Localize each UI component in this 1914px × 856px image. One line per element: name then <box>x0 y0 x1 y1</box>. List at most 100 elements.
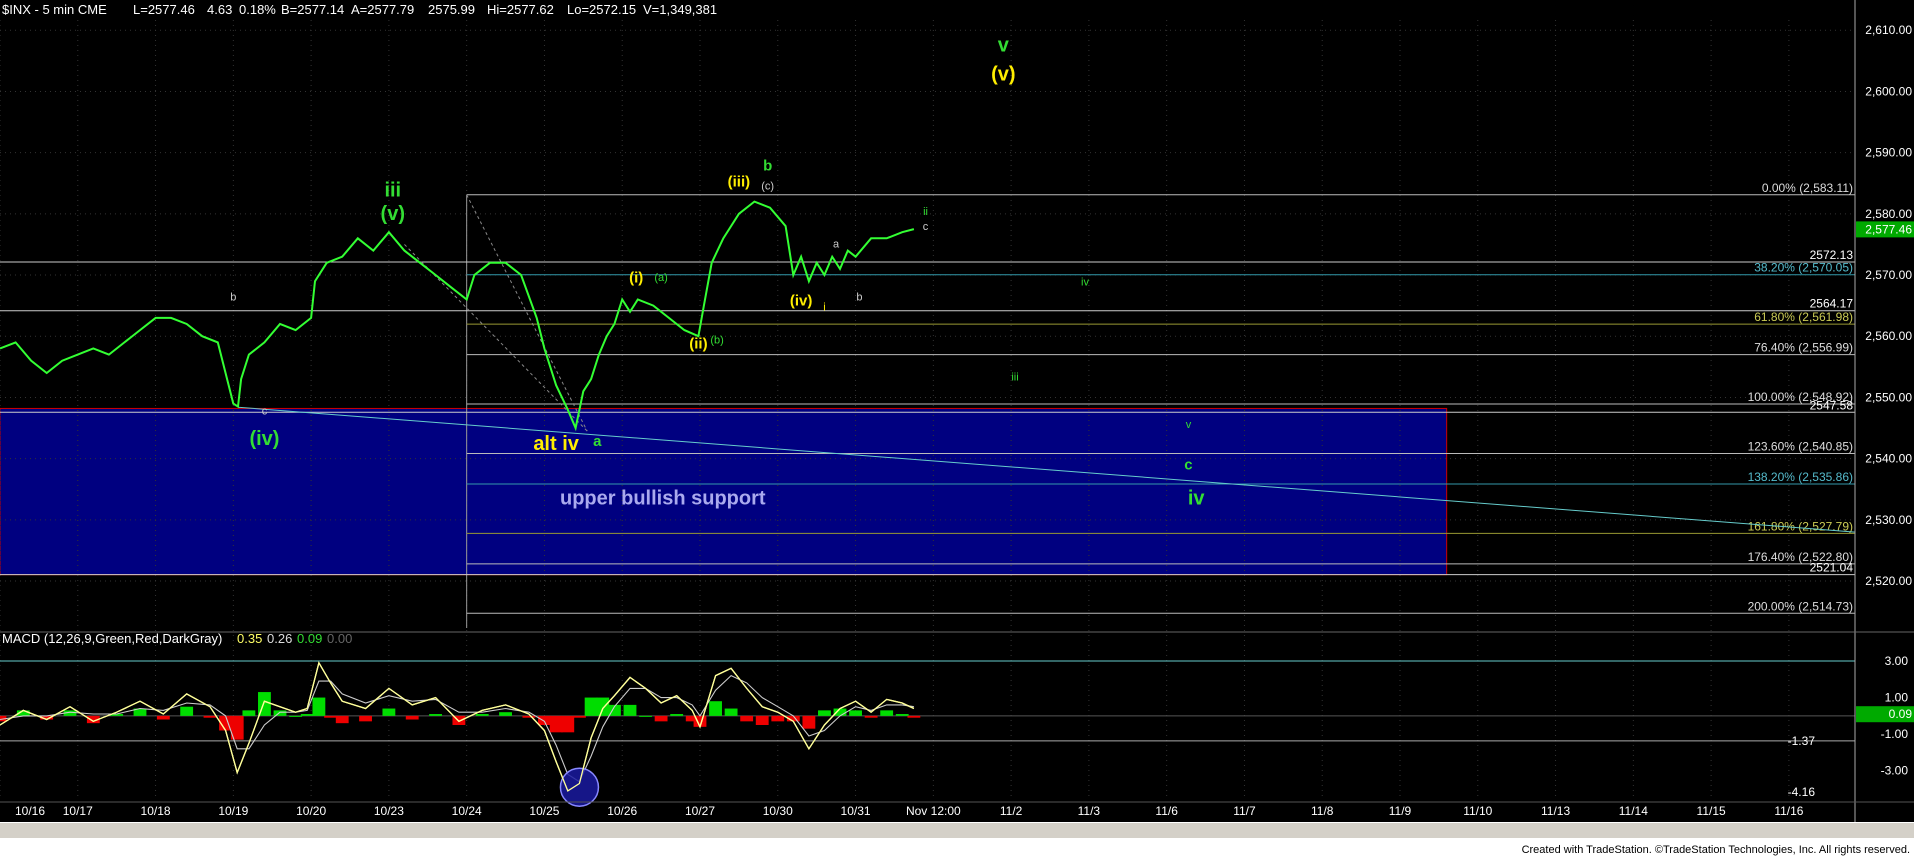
macd-histogram-bar <box>335 715 349 724</box>
time-axis-label: 11/10 <box>1463 804 1492 818</box>
horizontal-scrollbar[interactable] <box>0 823 1914 838</box>
time-axis-label: 11/13 <box>1541 804 1570 818</box>
time-axis-label: Nov 12:00 <box>906 804 961 818</box>
macd-histogram-bar <box>818 710 831 716</box>
price-axis-tick: 2,560.00 <box>1865 329 1912 343</box>
time-axis-label: 11/16 <box>1774 804 1803 818</box>
wave-label: iii <box>384 180 401 202</box>
fib-level-label: 76.40% (2,556.99) <box>1754 341 1853 355</box>
reference-line-label: 2572.13 <box>1810 248 1854 262</box>
wave-label: (v) <box>381 203 405 225</box>
macd-histogram-bar <box>849 710 862 716</box>
macd-histogram-bar <box>405 715 419 720</box>
wave-label: v <box>998 35 1010 57</box>
time-axis-label: 11/3 <box>1078 804 1101 818</box>
macd-histogram-bar <box>724 708 738 716</box>
time-axis-label: 10/25 <box>529 804 559 818</box>
macd-histogram-bar <box>324 715 337 718</box>
time-axis-label: 10/26 <box>607 804 637 818</box>
header-open: 2575.99 <box>428 2 475 17</box>
wave-label: b <box>230 292 236 304</box>
price-axis-tick: 2,590.00 <box>1865 146 1912 160</box>
macd-histogram-bar <box>522 715 536 718</box>
header-change-pct: 0.18% <box>239 2 276 17</box>
macd-histogram-bar <box>833 708 847 716</box>
macd-histogram-bar <box>584 697 598 716</box>
price-axis-tick: 2,520.00 <box>1865 574 1912 588</box>
time-axis-label: 11/6 <box>1155 804 1178 818</box>
macd-histogram-bar <box>755 715 769 725</box>
macd-value-1: 0.35 <box>237 631 262 646</box>
last-price-label: 2,577.46 <box>1865 222 1912 236</box>
header-bid: B=2577.14 <box>281 2 344 17</box>
macd-axis-tick: 3.00 <box>1885 654 1909 668</box>
header-symbol: $INX - 5 min CME <box>2 2 107 17</box>
wave-label: (iv) <box>249 428 279 450</box>
macd-axis-tick: -1.00 <box>1881 727 1909 741</box>
wave-label: (b) <box>710 335 723 347</box>
wave-label: b <box>763 157 772 174</box>
wave-label: v <box>1186 419 1192 431</box>
time-axis-label: 11/2 <box>1000 804 1023 818</box>
macd-histogram-bar <box>654 715 668 722</box>
footer-credit: Created with TradeStation. ©TradeStation… <box>1522 844 1910 856</box>
time-axis-label: 10/16 <box>15 804 45 818</box>
fib-level-label: 123.60% (2,540.85) <box>1748 439 1853 453</box>
wave-label: a <box>833 239 840 251</box>
wave-label: (iii) <box>728 173 751 190</box>
macd-histogram-bar <box>429 714 442 716</box>
macd-histogram-bar <box>561 715 575 733</box>
macd-histogram-bar <box>907 715 921 718</box>
chart-canvas: 0.00% (2,583.11) 38.20% (2,570.05) 61.80% … <box>0 0 1914 856</box>
time-axis-label: 11/9 <box>1389 804 1412 818</box>
wave-label: alt iv <box>533 433 579 455</box>
time-axis-label: 11/7 <box>1233 804 1256 818</box>
wave-label: (a) <box>654 272 667 284</box>
time-axis-label: 10/19 <box>218 804 248 818</box>
wave-label: ii <box>923 206 928 218</box>
price-axis-tick: 2,530.00 <box>1865 513 1912 527</box>
time-axis-label: 10/24 <box>452 804 482 818</box>
macd-readout: -4.16 <box>1788 785 1816 799</box>
macd-label: MACD (12,26,9,Green,Red,DarkGray) <box>2 631 222 646</box>
time-axis-label: 10/27 <box>685 804 715 818</box>
time-axis-label: 10/30 <box>763 804 793 818</box>
macd-histogram-bar <box>156 715 170 720</box>
time-axis-label: 10/18 <box>141 804 171 818</box>
macd-histogram-bar <box>596 697 610 716</box>
time-axis-label: 10/20 <box>296 804 326 818</box>
fib-level-label: 138.20% (2,535.86) <box>1748 470 1853 484</box>
macd-histogram-bar <box>864 715 878 718</box>
wave-label: (ii) <box>689 335 707 352</box>
header-volume: V=1,349,381 <box>643 2 717 17</box>
header-high: Hi=2577.62 <box>487 2 554 17</box>
wave-label: iii <box>1011 371 1018 383</box>
fib-level-label: 161.80% (2,527.79) <box>1748 519 1853 533</box>
time-axis-label: 10/31 <box>841 804 871 818</box>
macd-histogram-bar <box>499 712 512 716</box>
macd-histogram-bar <box>300 714 314 716</box>
header-low: Lo=2572.15 <box>567 2 636 17</box>
macd-histogram-bar <box>623 704 637 716</box>
wave-label: (i) <box>629 269 643 286</box>
time-axis-label: 11/15 <box>1697 804 1726 818</box>
price-axis-tick: 2,580.00 <box>1865 207 1912 221</box>
macd-value-3: 0.09 <box>297 631 322 646</box>
macd-histogram-bar <box>549 715 563 733</box>
fib-level-label: 0.00% (2,583.11) <box>1762 181 1853 195</box>
reference-line-label: 2564.17 <box>1810 297 1854 311</box>
wave-label: a <box>593 433 602 450</box>
price-axis-tick: 2,550.00 <box>1865 390 1912 404</box>
time-axis-label: 10/23 <box>374 804 404 818</box>
wave-label: i <box>823 302 825 314</box>
wave-label: c <box>262 406 268 418</box>
macd-histogram-bar <box>895 714 909 716</box>
wave-label: c <box>1184 457 1192 474</box>
wave-label: (iv) <box>790 293 813 310</box>
wave-label: (c) <box>761 180 774 192</box>
macd-value-4: 0.00 <box>327 631 352 646</box>
macd-axis-tick: -3.00 <box>1881 764 1909 778</box>
price-axis-tick: 2,540.00 <box>1865 452 1912 466</box>
macd-histogram-bar <box>242 710 256 716</box>
macd-readout: -1.37 <box>1788 734 1816 748</box>
